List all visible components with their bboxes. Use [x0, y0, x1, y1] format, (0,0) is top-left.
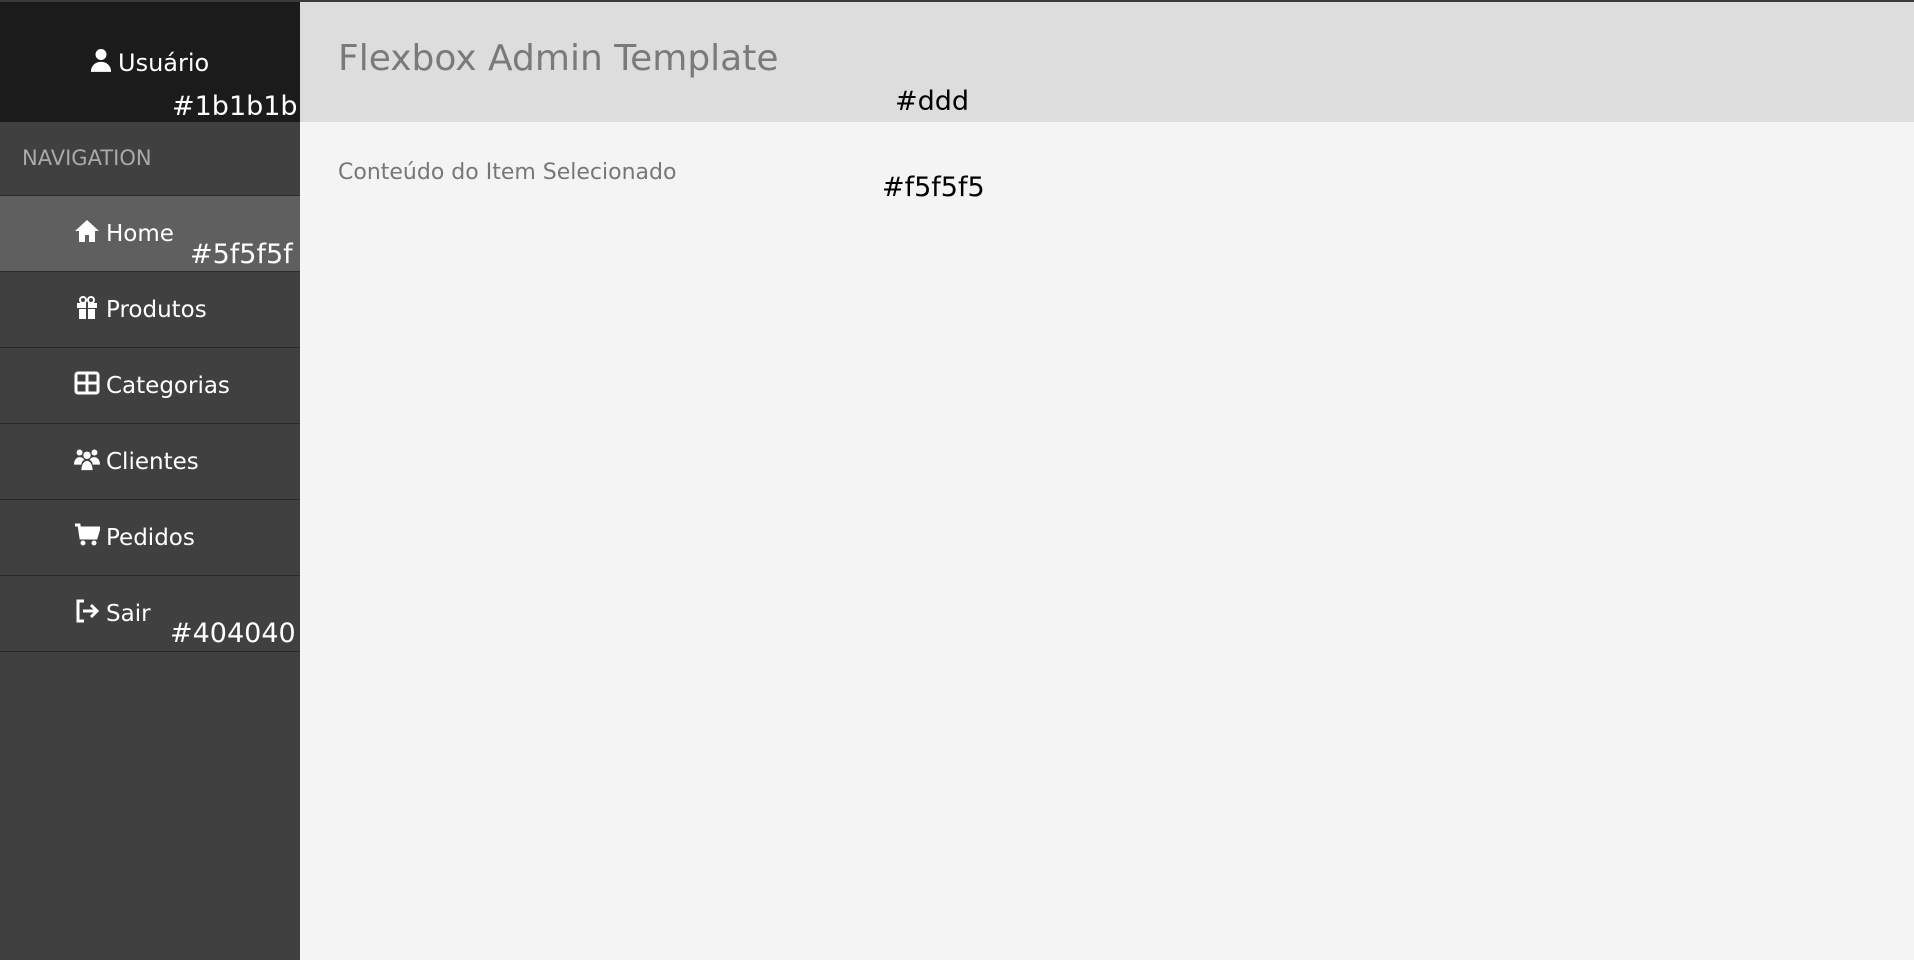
user-label: Usuário: [118, 49, 210, 77]
active-color-label: #5f5f5f: [190, 239, 293, 270]
nav-title: NAVIGATION: [0, 122, 300, 196]
gift-icon: [74, 294, 100, 326]
sign-out-icon: [74, 598, 100, 630]
table-icon: [74, 370, 100, 402]
user-icon: [90, 48, 112, 78]
main-header: Flexbox Admin Template #ddd: [300, 2, 1914, 122]
header-bg-color-label: #ddd: [895, 86, 970, 117]
sidebar-item-produtos[interactable]: Produtos: [0, 272, 300, 348]
sidebar-item-label: Produtos: [106, 296, 207, 323]
sidebar-item-pedidos[interactable]: Pedidos: [0, 500, 300, 576]
user-menu[interactable]: Usuário: [90, 48, 209, 78]
sidebar: Usuário #1b1b1b NAVIGATION Home #5f5f5f …: [0, 2, 300, 960]
sidebar-item-label: Pedidos: [106, 524, 195, 551]
content-bg-color-label: #f5f5f5: [882, 172, 985, 203]
users-icon: [74, 446, 100, 478]
sidebar-item-label: Clientes: [106, 448, 199, 475]
sidebar-item-label: Categorias: [106, 372, 230, 399]
bg-color-label: #404040: [170, 618, 296, 649]
cart-icon: [74, 522, 102, 554]
sidebar-item-label: Sair: [106, 600, 151, 627]
home-icon: [74, 218, 100, 250]
main-content: Conteúdo do Item Selecionado #f5f5f5: [300, 122, 1914, 960]
nav-list: Home #5f5f5f Produtos Categorias Cliente…: [0, 196, 300, 652]
app: Usuário #1b1b1b NAVIGATION Home #5f5f5f …: [0, 0, 1914, 960]
sidebar-item-label: Home: [106, 220, 174, 247]
sidebar-header: Usuário #1b1b1b: [0, 2, 300, 122]
sidebar-item-home[interactable]: Home #5f5f5f: [0, 196, 300, 272]
sidebar-item-sair[interactable]: Sair #404040: [0, 576, 300, 652]
header-color-label: #1b1b1b: [172, 91, 298, 122]
content-text: Conteúdo do Item Selecionado: [338, 160, 677, 185]
sidebar-item-categorias[interactable]: Categorias: [0, 348, 300, 424]
page-title: Flexbox Admin Template: [338, 38, 779, 79]
sidebar-item-clientes[interactable]: Clientes: [0, 424, 300, 500]
